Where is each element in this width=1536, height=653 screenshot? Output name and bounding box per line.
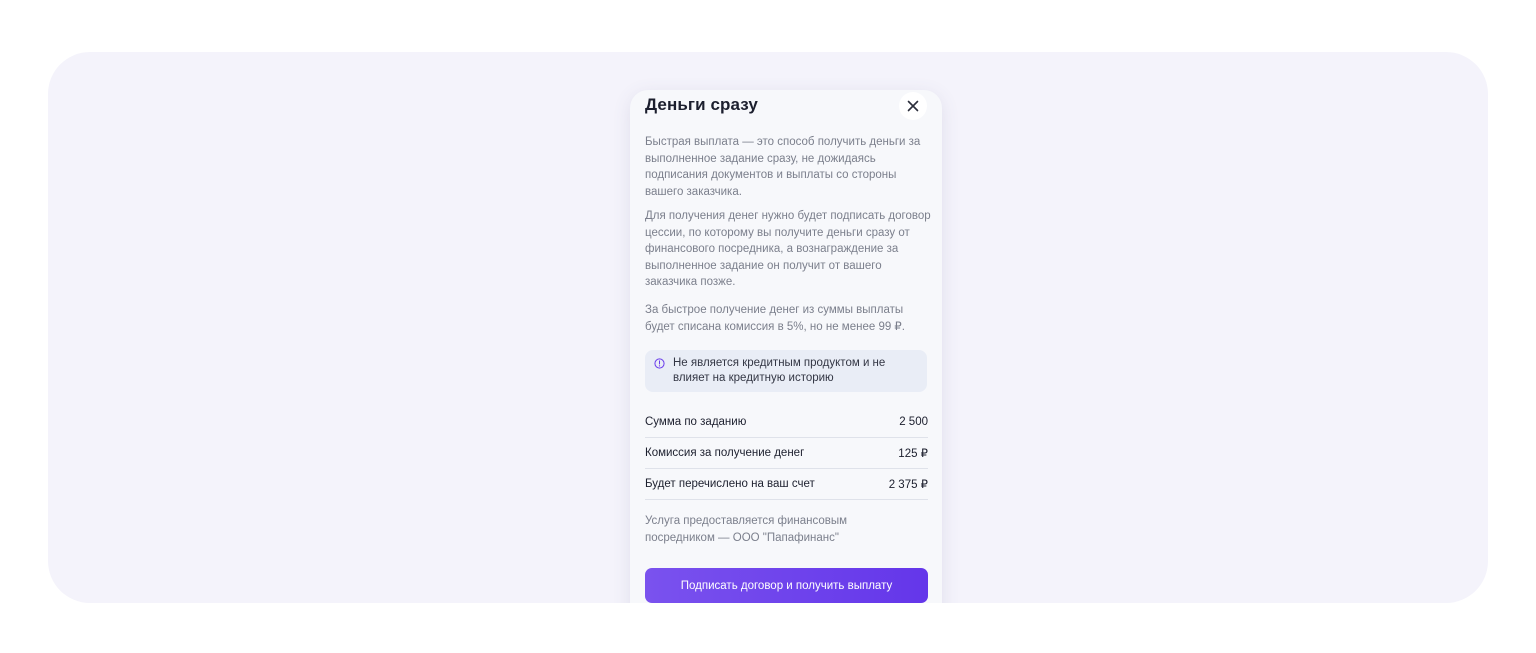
- summary-label: Комиссия за получение денег: [645, 447, 805, 459]
- summary-value: 2 375 ₽: [888, 479, 928, 491]
- info-icon: [654, 358, 665, 369]
- notice-text: Не является кредитным продуктом и не вли…: [673, 357, 886, 384]
- summary-row-commission: Комиссия за получение денег 125 ₽: [645, 438, 928, 469]
- sign-contract-button[interactable]: Подписать договор и получить выплату: [645, 568, 928, 603]
- description-paragraph-1: Быстрая выплата — это способ получить де…: [645, 136, 921, 198]
- provider-note: Услуга предоставляется финансовым посред…: [645, 515, 848, 544]
- close-icon: [907, 100, 919, 112]
- summary-label: Будет перечислено на ваш счет: [645, 478, 815, 490]
- credit-notice: Не является кредитным продуктом и не вли…: [645, 350, 927, 392]
- summary-label: Сумма по заданию: [645, 416, 747, 428]
- summary-value: 2 500: [899, 416, 928, 428]
- summary-value: 125 ₽: [898, 448, 928, 460]
- page-backdrop: Деньги сразу Быстрая выплата — это спосо…: [48, 52, 1488, 603]
- close-button[interactable]: [899, 92, 927, 120]
- description-paragraph-3: За быстрое получение денег из суммы выпл…: [645, 304, 905, 333]
- description-paragraph-2: Для получения денег нужно будет подписат…: [645, 210, 931, 288]
- summary-row-task-amount: Сумма по заданию 2 500: [645, 407, 928, 438]
- instant-payout-modal: Деньги сразу Быстрая выплата — это спосо…: [630, 90, 942, 603]
- modal-title: Деньги сразу: [645, 95, 758, 114]
- summary-row-payout-total: Будет перечислено на ваш счет 2 375 ₽: [645, 469, 928, 500]
